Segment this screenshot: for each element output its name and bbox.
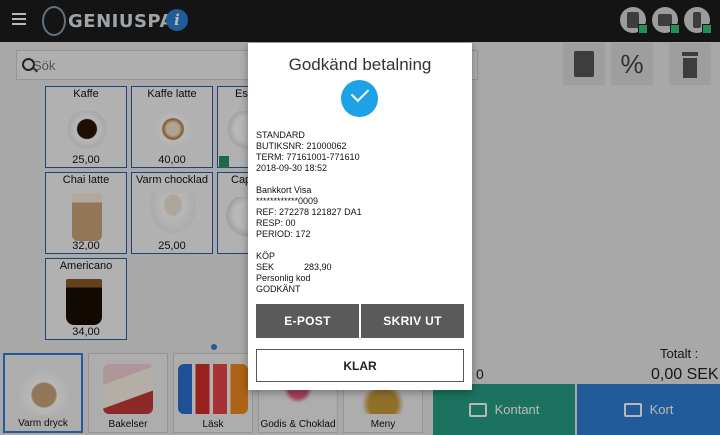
dialog-title: Godkänd betalning <box>288 55 432 74</box>
receipt-line: BUTIKSNR: 21000062 <box>256 141 347 151</box>
receipt-line: GODKÄNT <box>256 284 301 294</box>
receipt-line: PERIOD: 172 <box>256 229 311 239</box>
receipt-line: STANDARD <box>256 130 305 140</box>
receipt-line: KÖP <box>256 251 276 261</box>
receipt-line: REF: 272278 121827 DA1 <box>256 207 362 217</box>
receipt-line: 2018-09-30 18:52 <box>256 163 328 173</box>
email-button[interactable]: E-POST <box>256 304 359 338</box>
receipt-line: RESP: 00 <box>256 218 296 228</box>
receipt-line: Personlig kod <box>256 273 311 283</box>
receipt-line: ************0009 <box>256 196 319 206</box>
receipt-line: Bankkort Visa <box>256 185 312 195</box>
receipt-blank-line <box>256 240 466 251</box>
receipt: STANDARD BUTIKSNR: 21000062 TERM: 771610… <box>256 130 466 295</box>
print-button[interactable]: SKRIV UT <box>361 304 464 338</box>
checkmark-icon <box>341 80 378 117</box>
receipt-blank-line <box>256 174 466 185</box>
receipt-amount-line: SEK 283,90 <box>256 262 332 272</box>
done-button[interactable]: KLAR <box>256 349 464 382</box>
payment-approved-dialog: Godkänd betalning STANDARD BUTIKSNR: 210… <box>248 43 472 390</box>
receipt-line: TERM: 77161001-771610 <box>256 152 360 162</box>
